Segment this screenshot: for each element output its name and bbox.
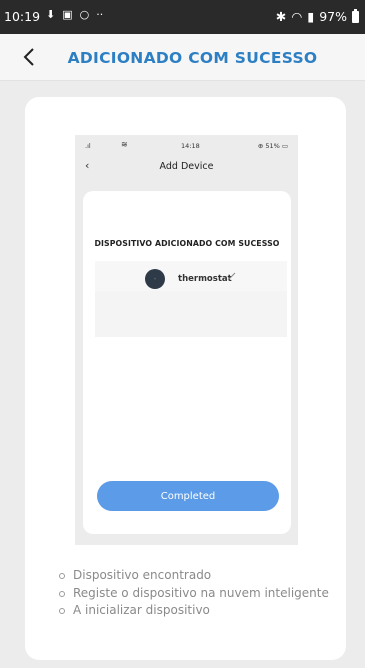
gallery-icon: ▣ [62, 8, 73, 21]
list-item: Registe o dispositivo na nuvem inteligen… [55, 585, 329, 603]
mockup-time: 14:18 [181, 142, 200, 150]
status-bar: 10:19 ⬇ ▣ ○ ·· ✱ ◠ ▮ 97% [0, 0, 365, 34]
mockup-device-name: thermostat [178, 274, 232, 284]
mockup-status-bar: .ıl ≋ 14:18 ⊕ 51% ▭ [75, 135, 298, 155]
mockup-wifi-icon: ≋ [121, 140, 128, 149]
more-dots-icon: ·· [96, 8, 104, 21]
battery-percent: 97% [319, 9, 347, 24]
content-card: .ıl ≋ 14:18 ⊕ 51% ▭ ‹ Add Device DISPOSI… [25, 97, 346, 660]
bluetooth-icon: ✱ [275, 9, 287, 24]
notification-icons: ⬇ ▣ ○ ·· [46, 8, 103, 21]
mockup-battery-percent: 51% [265, 142, 280, 150]
mockup-device-row: ◦ thermostat [95, 261, 287, 291]
list-item: Dispositivo encontrado [55, 567, 329, 585]
status-right: ✱ ◠ ▮ 97% [275, 8, 359, 24]
app-bar: ADICIONADO COM SUCESSO [0, 34, 365, 81]
thermostat-icon: ◦ [145, 269, 165, 289]
list-item: A inicializar dispositivo [55, 602, 329, 620]
mockup-nav: ‹ Add Device [75, 155, 298, 175]
wifi-icon: ◠ [291, 9, 303, 24]
mockup-nav-title: Add Device [159, 161, 214, 172]
steps-list: Dispositivo encontrado Registe o disposi… [55, 567, 329, 620]
pencil-icon [227, 272, 236, 281]
screenshot-mockup: .ıl ≋ 14:18 ⊕ 51% ▭ ‹ Add Device DISPOSI… [75, 135, 298, 545]
status-time: 10:19 [4, 9, 41, 24]
mockup-success-title: DISPOSITIVO ADICIONADO COM SUCESSO [94, 239, 280, 248]
mockup-device-box: ◦ thermostat [95, 261, 287, 337]
mockup-battery: ⊕ 51% ▭ [257, 142, 288, 150]
signal-icon: ▮ [307, 9, 315, 24]
page-title: ADICIONADO COM SUCESSO [67, 49, 318, 67]
mockup-signal-icon: .ıl [85, 142, 91, 150]
download-icon: ⬇ [46, 8, 56, 21]
battery-icon [352, 8, 359, 23]
mockup-inner-card: DISPOSITIVO ADICIONADO COM SUCESSO ◦ the… [83, 191, 291, 534]
circle-icon: ○ [79, 8, 90, 21]
mockup-completed-button: Completed [97, 481, 279, 511]
